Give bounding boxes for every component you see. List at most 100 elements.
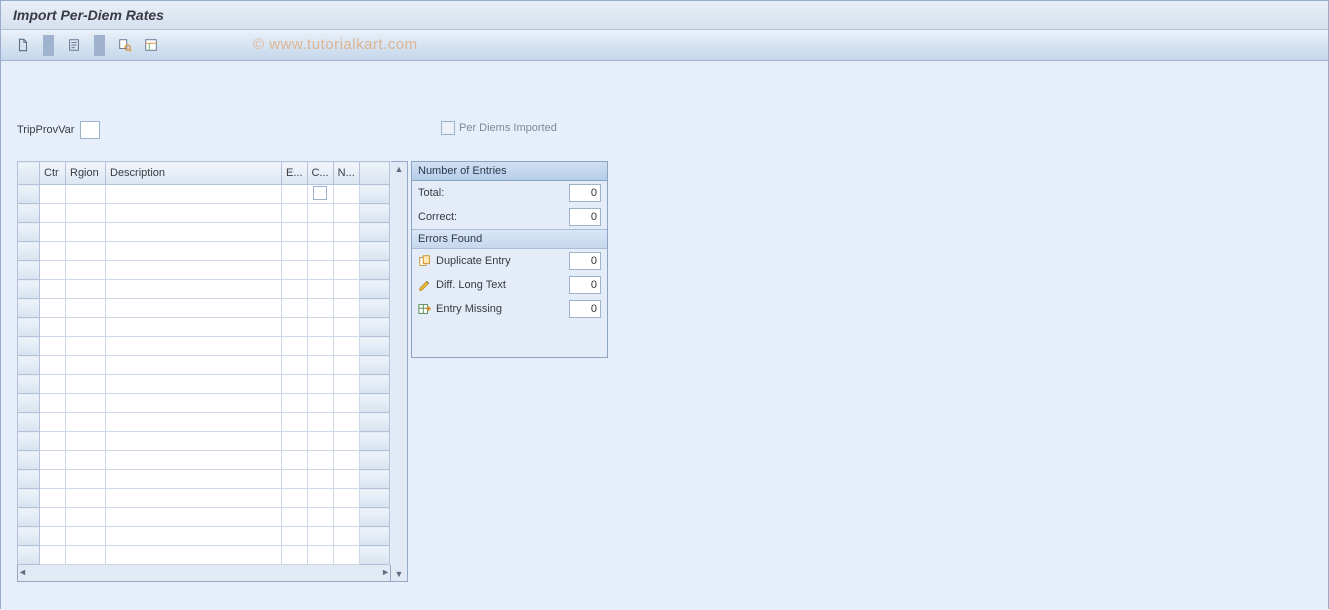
cell-rgion[interactable] — [66, 508, 106, 527]
cell-rgion[interactable] — [66, 261, 106, 280]
cell-n[interactable] — [333, 527, 359, 546]
cell-n[interactable] — [333, 432, 359, 451]
entries-table[interactable]: Ctr Rgion Description E... C... N... — [17, 161, 390, 565]
table-hscroll[interactable]: ◄ ► — [17, 565, 391, 582]
cell-e[interactable] — [282, 242, 308, 261]
cell-n[interactable] — [333, 223, 359, 242]
table-row[interactable] — [18, 318, 390, 337]
row-selector[interactable] — [18, 394, 40, 413]
table-row[interactable] — [18, 261, 390, 280]
row-selector[interactable] — [18, 261, 40, 280]
row-checkbox[interactable] — [313, 186, 327, 200]
scroll-left-icon[interactable]: ◄ — [18, 565, 27, 579]
cell-c[interactable] — [307, 375, 333, 394]
scroll-up-icon[interactable]: ▲ — [391, 162, 407, 176]
cell-c[interactable] — [307, 489, 333, 508]
table-row[interactable] — [18, 413, 390, 432]
cell-c[interactable] — [307, 280, 333, 299]
table-row[interactable] — [18, 527, 390, 546]
table-row[interactable] — [18, 451, 390, 470]
cell-rgion[interactable] — [66, 337, 106, 356]
cell-e[interactable] — [282, 413, 308, 432]
cell-e[interactable] — [282, 261, 308, 280]
cell-ctr[interactable] — [40, 318, 66, 337]
col-rgion[interactable]: Rgion — [66, 162, 106, 185]
cell-description[interactable] — [106, 546, 282, 565]
cell-c[interactable] — [307, 299, 333, 318]
layout-button[interactable] — [139, 33, 163, 57]
cell-c[interactable] — [307, 242, 333, 261]
cell-description[interactable] — [106, 337, 282, 356]
cell-c[interactable] — [307, 546, 333, 565]
scroll-right-icon[interactable]: ► — [381, 565, 390, 579]
cell-c[interactable] — [307, 394, 333, 413]
cell-ctr[interactable] — [40, 394, 66, 413]
cell-ctr[interactable] — [40, 261, 66, 280]
cell-description[interactable] — [106, 356, 282, 375]
col-ctr[interactable]: Ctr — [40, 162, 66, 185]
cell-c[interactable] — [307, 413, 333, 432]
cell-e[interactable] — [282, 280, 308, 299]
table-row[interactable] — [18, 242, 390, 261]
scroll-down-icon[interactable]: ▼ — [391, 567, 407, 581]
cell-c[interactable] — [307, 223, 333, 242]
cell-n[interactable] — [333, 204, 359, 223]
cell-c[interactable] — [307, 451, 333, 470]
cell-description[interactable] — [106, 280, 282, 299]
cell-description[interactable] — [106, 318, 282, 337]
cell-description[interactable] — [106, 185, 282, 204]
cell-ctr[interactable] — [40, 413, 66, 432]
cell-e[interactable] — [282, 508, 308, 527]
cell-ctr[interactable] — [40, 337, 66, 356]
row-selector[interactable] — [18, 299, 40, 318]
cell-rgion[interactable] — [66, 299, 106, 318]
cell-rgion[interactable] — [66, 489, 106, 508]
cell-n[interactable] — [333, 261, 359, 280]
cell-description[interactable] — [106, 432, 282, 451]
cell-rgion[interactable] — [66, 223, 106, 242]
cell-ctr[interactable] — [40, 470, 66, 489]
table-row[interactable] — [18, 375, 390, 394]
cell-rgion[interactable] — [66, 280, 106, 299]
print-preview-button[interactable] — [113, 33, 137, 57]
row-selector[interactable] — [18, 489, 40, 508]
cell-description[interactable] — [106, 223, 282, 242]
cell-ctr[interactable] — [40, 546, 66, 565]
row-selector[interactable] — [18, 204, 40, 223]
table-row[interactable] — [18, 204, 390, 223]
col-c[interactable]: C... — [307, 162, 333, 185]
cell-rgion[interactable] — [66, 413, 106, 432]
cell-description[interactable] — [106, 299, 282, 318]
cell-e[interactable] — [282, 546, 308, 565]
cell-ctr[interactable] — [40, 223, 66, 242]
cell-n[interactable] — [333, 242, 359, 261]
cell-ctr[interactable] — [40, 489, 66, 508]
cell-n[interactable] — [333, 375, 359, 394]
cell-rgion[interactable] — [66, 394, 106, 413]
cell-description[interactable] — [106, 242, 282, 261]
cell-description[interactable] — [106, 527, 282, 546]
cell-e[interactable] — [282, 356, 308, 375]
cell-rgion[interactable] — [66, 318, 106, 337]
row-selector[interactable] — [18, 242, 40, 261]
row-selector[interactable] — [18, 356, 40, 375]
cell-c[interactable] — [307, 432, 333, 451]
cell-e[interactable] — [282, 489, 308, 508]
table-vscroll[interactable]: ▲ ▼ — [391, 161, 408, 582]
col-n[interactable]: N... — [333, 162, 359, 185]
row-selector[interactable] — [18, 546, 40, 565]
cell-c[interactable] — [307, 318, 333, 337]
cell-n[interactable] — [333, 546, 359, 565]
table-row[interactable] — [18, 185, 390, 204]
row-selector[interactable] — [18, 280, 40, 299]
cell-description[interactable] — [106, 413, 282, 432]
cell-rgion[interactable] — [66, 527, 106, 546]
cell-n[interactable] — [333, 185, 359, 204]
cell-ctr[interactable] — [40, 451, 66, 470]
table-row[interactable] — [18, 470, 390, 489]
trip-prov-var-input[interactable] — [80, 121, 100, 139]
cell-n[interactable] — [333, 299, 359, 318]
cell-rgion[interactable] — [66, 546, 106, 565]
row-selector[interactable] — [18, 223, 40, 242]
table-row[interactable] — [18, 546, 390, 565]
